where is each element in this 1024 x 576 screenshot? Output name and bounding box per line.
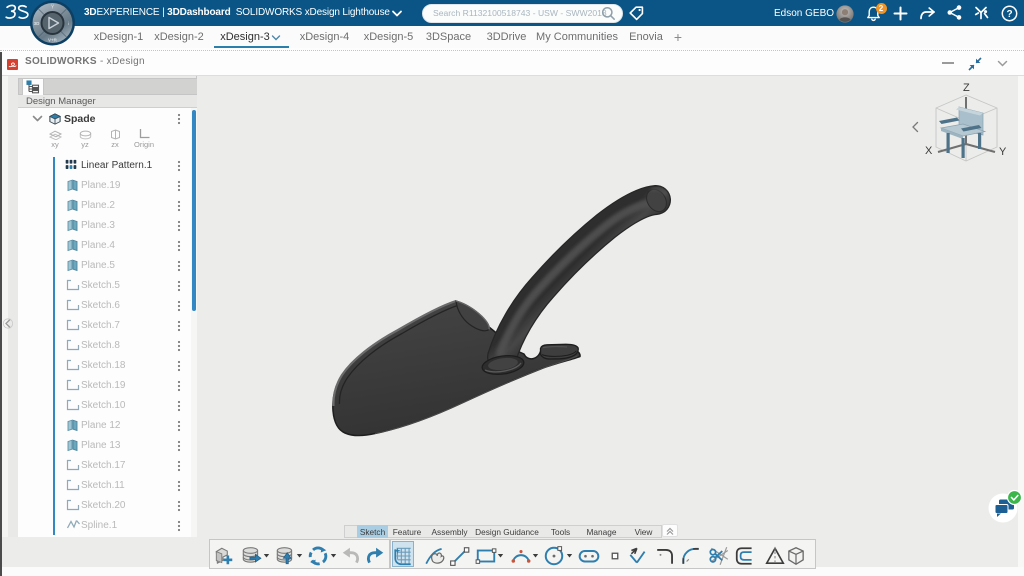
svg-text:3D: 3D xyxy=(34,21,41,26)
svg-text:?: ? xyxy=(1006,9,1012,20)
svg-text:V+R: V+R xyxy=(48,38,58,43)
svg-text:Z: Z xyxy=(963,82,970,94)
svg-text:X: X xyxy=(925,145,933,157)
svg-text:Y: Y xyxy=(999,146,1007,158)
